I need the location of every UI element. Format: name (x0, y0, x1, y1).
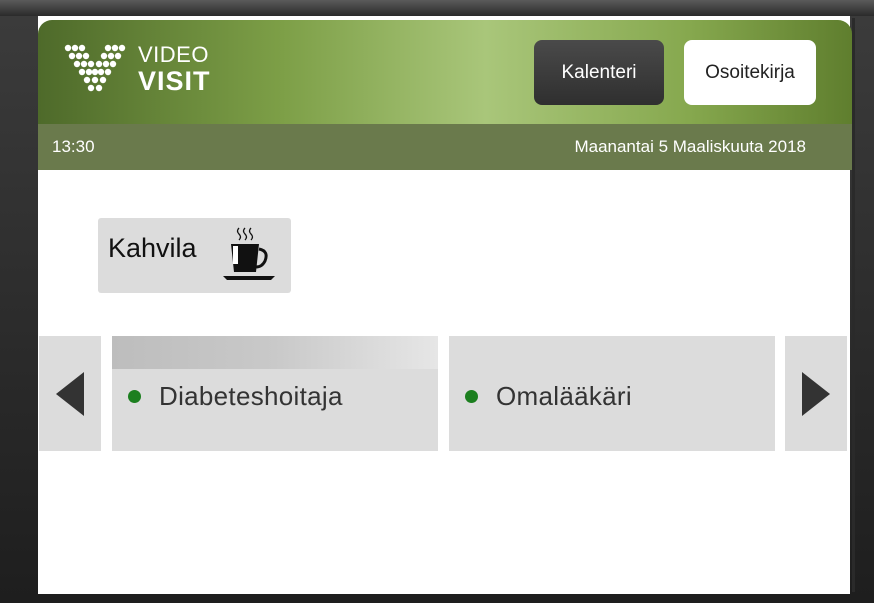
contact-name: Omalääkäri (496, 380, 632, 411)
logo-v-dots-icon (64, 44, 126, 92)
online-status-dot (128, 389, 141, 403)
next-button[interactable] (785, 336, 847, 451)
address-book-button[interactable]: Osoitekirja (684, 40, 816, 105)
current-date: Maanantai 5 Maaliskuuta 2018 (574, 137, 806, 156)
logo-text-video: VIDEO (138, 42, 209, 67)
cafe-button[interactable]: Kahvila (98, 218, 291, 293)
calendar-button[interactable]: Kalenteri (534, 40, 664, 105)
device-bezel-top (0, 0, 874, 16)
arrow-left-icon (56, 371, 84, 416)
device-bezel-right (852, 18, 855, 592)
coffee-cup-icon (223, 227, 275, 280)
calendar-button-label: Kalenteri (561, 61, 637, 83)
cafe-button-label: Kahvila (108, 233, 197, 263)
logo-text-visit: VISIT (138, 66, 211, 96)
previous-button[interactable] (39, 336, 101, 451)
clock-time: 13:30 (52, 137, 95, 156)
call-progress-bar (112, 336, 438, 369)
contact-card[interactable]: Omalääkäri (449, 336, 775, 451)
online-status-dot (465, 389, 478, 403)
contact-row: Diabeteshoitaja (128, 380, 343, 412)
arrow-right-icon (802, 371, 830, 416)
contact-name: Diabeteshoitaja (159, 380, 343, 411)
address-book-button-label: Osoitekirja (705, 61, 795, 83)
contact-card[interactable]: Diabeteshoitaja (112, 336, 438, 451)
contact-row: Omalääkäri (465, 380, 632, 412)
status-bar: 13:30 Maanantai 5 Maaliskuuta 2018 (38, 124, 852, 170)
videovisit-logo: VIDEO VISIT (62, 42, 222, 102)
